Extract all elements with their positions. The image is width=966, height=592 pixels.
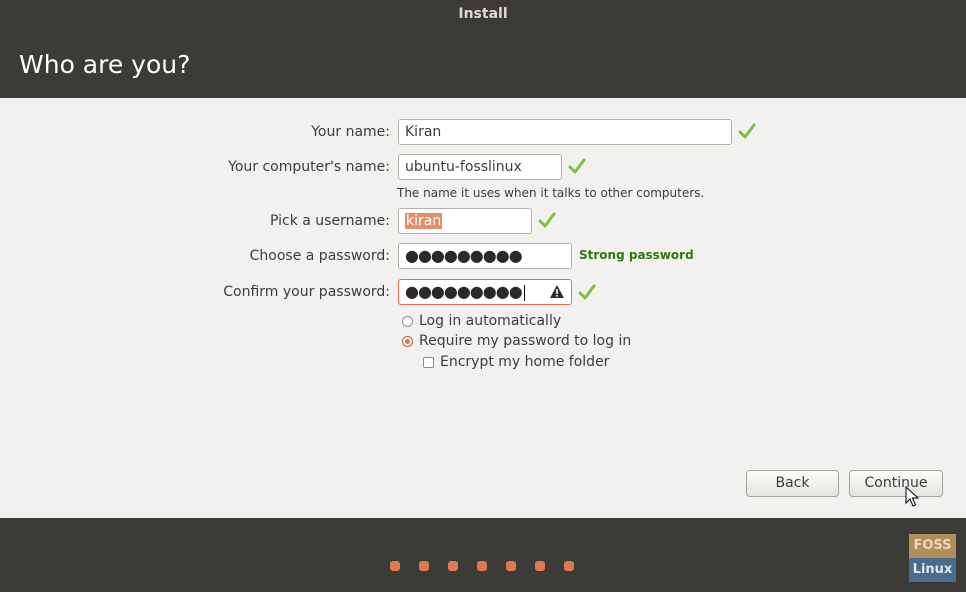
window-title: Install bbox=[458, 6, 508, 22]
page-title: Who are you? bbox=[19, 50, 191, 79]
watermark-logo-bottom: Linux bbox=[909, 558, 956, 582]
password-strength: Strong password bbox=[579, 248, 694, 262]
your-name-value: Kiran bbox=[405, 124, 442, 140]
back-button[interactable]: Back bbox=[746, 470, 839, 497]
valid-check-icon bbox=[738, 123, 756, 139]
window-titlebar: Install bbox=[0, 0, 966, 28]
computer-name-label: Your computer's name: bbox=[228, 159, 390, 175]
encrypt-home-checkbox[interactable] bbox=[423, 357, 434, 368]
your-name-label: Your name: bbox=[311, 124, 390, 140]
text-caret bbox=[523, 285, 525, 301]
progress-step-dot bbox=[448, 561, 458, 571]
form-area: Your name: Kiran Your computer's name: u… bbox=[0, 98, 966, 518]
username-label: Pick a username: bbox=[269, 213, 390, 229]
continue-button[interactable]: Continue bbox=[849, 470, 943, 497]
progress-step-dot bbox=[506, 561, 516, 571]
username-input[interactable]: kiran bbox=[398, 208, 532, 234]
watermark-logo-top: FOSS bbox=[909, 534, 956, 558]
mouse-cursor-icon bbox=[905, 486, 919, 507]
progress-step-dot bbox=[390, 561, 400, 571]
login-automatically-label[interactable]: Log in automatically bbox=[419, 313, 561, 329]
password-input[interactable]: ●●●●●●●●● bbox=[398, 243, 572, 269]
warning-icon bbox=[550, 285, 564, 298]
login-automatically-radio[interactable] bbox=[402, 316, 413, 327]
password-label: Choose a password: bbox=[249, 248, 390, 264]
page-header: Who are you? bbox=[0, 28, 966, 98]
confirm-password-label: Confirm your password: bbox=[223, 284, 390, 300]
require-password-label[interactable]: Require my password to log in bbox=[419, 333, 631, 349]
valid-check-icon bbox=[538, 212, 556, 228]
your-name-input[interactable]: Kiran bbox=[398, 119, 732, 145]
progress-step-dot bbox=[477, 561, 487, 571]
progress-step-dot bbox=[535, 561, 545, 571]
valid-check-icon bbox=[568, 158, 586, 174]
require-password-radio[interactable] bbox=[402, 336, 413, 347]
username-value: kiran bbox=[405, 213, 443, 229]
computer-name-value: ubuntu-fosslinux bbox=[405, 159, 522, 175]
valid-check-icon bbox=[578, 284, 596, 300]
progress-step-dot bbox=[419, 561, 429, 571]
confirm-password-value: ●●●●●●●●● bbox=[405, 282, 523, 301]
computer-name-hint: The name it uses when it talks to other … bbox=[397, 186, 705, 200]
password-value: ●●●●●●●●● bbox=[405, 246, 523, 265]
progress-step-dot bbox=[564, 561, 574, 571]
installer-footer bbox=[0, 518, 966, 592]
encrypt-home-label[interactable]: Encrypt my home folder bbox=[440, 354, 609, 370]
confirm-password-input[interactable]: ●●●●●●●●● bbox=[398, 279, 572, 305]
computer-name-input[interactable]: ubuntu-fosslinux bbox=[398, 154, 562, 180]
